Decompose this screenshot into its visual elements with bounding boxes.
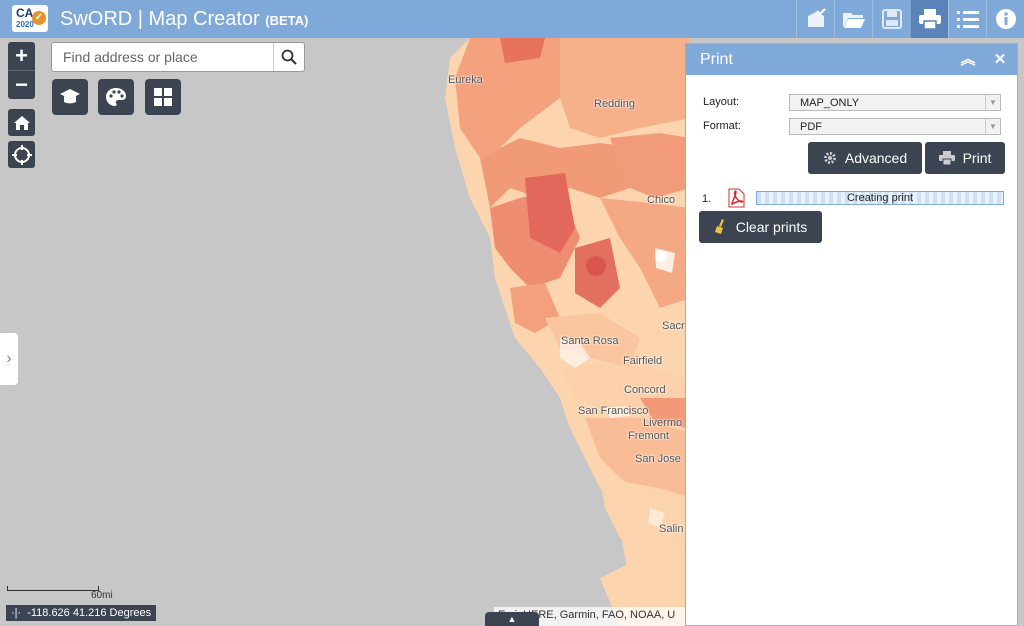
- graduation-cap-icon: [60, 89, 80, 104]
- city-label: Fremont: [628, 430, 669, 442]
- check-badge-icon: ✓: [32, 11, 46, 25]
- pdf-icon: [727, 188, 745, 213]
- layout-label: Layout:: [703, 96, 740, 108]
- format-label: Format:: [703, 120, 741, 132]
- layout-select[interactable]: MAP_ONLY ▼: [789, 94, 1001, 111]
- city-label: San Jose: [635, 453, 681, 465]
- print-progress-bar: Creating print: [756, 191, 1004, 205]
- dropdown-arrow-icon: ▼: [985, 95, 1000, 110]
- panel-title: Print: [700, 51, 733, 68]
- print-icon[interactable]: [910, 0, 948, 38]
- print-job-number: 1.: [702, 193, 712, 205]
- city-label: Santa Rosa: [561, 335, 619, 347]
- city-label: San Francisco: [578, 405, 649, 417]
- city-label: Sacr: [662, 320, 685, 332]
- city-label: Concord: [624, 384, 666, 396]
- clear-prints-button[interactable]: Clear prints: [699, 211, 822, 243]
- locate-button[interactable]: [8, 141, 35, 168]
- close-panel-button[interactable]: ✕: [989, 44, 1011, 75]
- broom-icon: [714, 219, 724, 234]
- crosshair-small-icon: ·|·: [11, 607, 22, 619]
- chevron-right-icon: ›: [6, 350, 12, 367]
- print-panel: Print ︽ ✕ Layout: MAP_ONLY ▼ Format: PDF…: [685, 43, 1018, 626]
- gear-icon: [823, 152, 836, 164]
- analysis-tool-button[interactable]: [52, 79, 88, 115]
- chevron-up-icon: ▲: [507, 614, 517, 624]
- scale-label: 60mi: [91, 590, 113, 601]
- format-select[interactable]: PDF ▼: [789, 118, 1001, 135]
- search-icon: [281, 49, 297, 65]
- home-button[interactable]: [8, 109, 35, 136]
- app-header: CA 2020 ✓ SwORD | Map Creator (BETA): [0, 0, 1024, 38]
- info-icon[interactable]: [986, 0, 1024, 38]
- coordinate-readout[interactable]: ·|· -118.626 41.216 Degrees: [6, 605, 157, 621]
- basemap-check-icon[interactable]: [796, 0, 834, 38]
- zoom-control: + −: [8, 42, 35, 99]
- bottom-panel-toggle[interactable]: ▲: [485, 612, 539, 626]
- advanced-button[interactable]: Advanced: [808, 142, 922, 174]
- layout-tool-button[interactable]: [145, 79, 181, 115]
- home-icon: [13, 115, 30, 130]
- style-tool-button[interactable]: [98, 79, 134, 115]
- city-label: Redding: [594, 98, 635, 110]
- collapse-panel-button[interactable]: ︽: [957, 44, 979, 75]
- print-button[interactable]: Print: [925, 142, 1005, 174]
- dropdown-arrow-icon: ▼: [985, 119, 1000, 134]
- zoom-in-button[interactable]: +: [8, 42, 35, 70]
- printer-icon: [938, 151, 955, 165]
- palette-icon: [106, 88, 126, 106]
- city-label: Chico: [647, 194, 676, 206]
- list-icon[interactable]: [948, 0, 986, 38]
- zoom-out-button[interactable]: −: [8, 71, 35, 99]
- app-title: SwORD | Map Creator (BETA): [60, 8, 309, 30]
- header-toolbar: [796, 0, 1024, 38]
- city-label: Salin: [659, 523, 684, 535]
- side-panel-toggle[interactable]: ›: [0, 333, 18, 385]
- search-input[interactable]: [52, 43, 274, 71]
- search-box: [51, 42, 305, 72]
- crosshair-icon: [11, 144, 32, 165]
- city-label: Livermo: [643, 417, 683, 429]
- folder-open-icon[interactable]: [834, 0, 872, 38]
- double-chevron-up-icon: ︽: [960, 51, 976, 68]
- grid-icon: [154, 88, 172, 106]
- close-icon: ✕: [993, 51, 1007, 68]
- print-panel-header: Print ︽ ✕: [686, 44, 1017, 75]
- city-label: Eureka: [448, 74, 483, 86]
- save-icon[interactable]: [872, 0, 910, 38]
- scale-bar: [7, 586, 99, 591]
- census-logo: CA 2020 ✓: [12, 5, 48, 32]
- search-button[interactable]: [273, 43, 304, 71]
- city-label: Fairfield: [623, 355, 663, 367]
